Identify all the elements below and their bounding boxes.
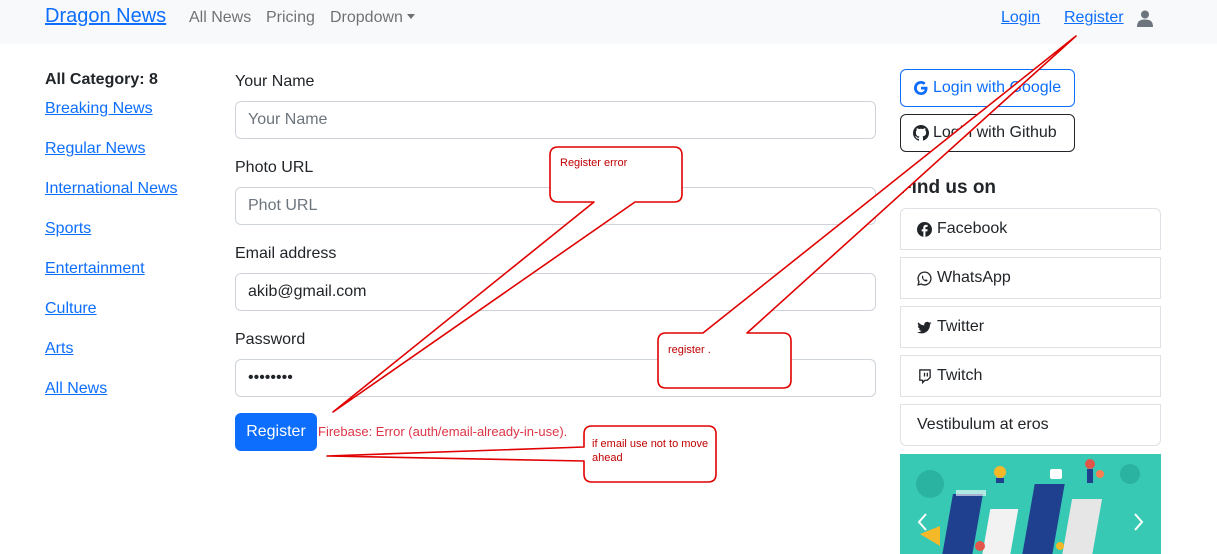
navbar: Dragon News All News Pricing Dropdown Lo… — [0, 0, 1217, 44]
social-twitter[interactable]: Twitter — [900, 306, 1161, 348]
register-button[interactable]: Register — [235, 413, 317, 451]
social-whatsapp[interactable]: WhatsApp — [900, 257, 1161, 299]
twitter-label: Twitter — [937, 318, 985, 335]
register-link[interactable]: Register — [1064, 9, 1124, 27]
login-github-button[interactable]: Login with Github — [900, 114, 1075, 152]
category-culture[interactable]: Culture — [45, 300, 97, 318]
category-sports[interactable]: Sports — [45, 220, 91, 238]
nav-dropdown[interactable]: Dropdown — [330, 9, 415, 27]
nav-pricing[interactable]: Pricing — [266, 9, 315, 27]
password-input[interactable] — [235, 359, 876, 397]
category-entertainment[interactable]: Entertainment — [45, 260, 145, 278]
github-icon — [913, 125, 929, 141]
user-icon[interactable] — [1137, 10, 1153, 27]
photo-label: Photo URL — [235, 159, 314, 176]
facebook-label: Facebook — [937, 220, 1008, 237]
caret-down-icon — [406, 14, 415, 19]
category-title: All Category: 8 — [45, 71, 158, 88]
annotation-email-note: if email use not to move ahead — [592, 438, 709, 464]
password-label: Password — [235, 331, 306, 348]
facebook-icon — [917, 221, 932, 237]
category-regular-news[interactable]: Regular News — [45, 140, 145, 158]
nav-all-news[interactable]: All News — [189, 9, 251, 27]
social-facebook[interactable]: Facebook — [900, 208, 1161, 250]
whatsapp-label: WhatsApp — [937, 269, 1011, 286]
google-button-label: Login with Google — [933, 79, 1062, 96]
name-input[interactable] — [235, 101, 876, 139]
vestibulum-label: Vestibulum at eros — [917, 416, 1049, 433]
twitch-label: Twitch — [937, 367, 983, 384]
category-arts[interactable]: Arts — [45, 340, 73, 358]
login-google-button[interactable]: Login with Google — [900, 69, 1075, 107]
brand-link[interactable]: Dragon News — [45, 5, 166, 28]
annotation-register-error: Register error — [560, 157, 628, 169]
brand-illustration — [900, 454, 1161, 554]
category-breaking-news[interactable]: Breaking News — [45, 100, 153, 118]
twitter-icon — [917, 321, 932, 333]
whatsapp-icon — [917, 270, 932, 286]
annotation-register: register . — [668, 344, 711, 356]
category-international-news[interactable]: International News — [45, 180, 178, 198]
find-us-title: Find us on — [900, 177, 997, 198]
twitch-icon — [919, 368, 931, 384]
social-vestibulum[interactable]: Vestibulum at eros — [900, 404, 1161, 446]
name-label: Your Name — [235, 73, 315, 90]
google-icon — [914, 81, 928, 95]
login-link[interactable]: Login — [1001, 9, 1040, 27]
category-all-news[interactable]: All News — [45, 380, 107, 398]
promo-image — [900, 454, 1161, 554]
photo-url-input[interactable] — [235, 187, 876, 225]
error-message: Firebase: Error (auth/email-already-in-u… — [318, 424, 568, 439]
email-input[interactable] — [235, 273, 876, 311]
email-label: Email address — [235, 245, 337, 262]
nav-dropdown-label: Dropdown — [330, 9, 403, 26]
github-button-label: Login with Github — [933, 124, 1057, 141]
social-twitch[interactable]: Twitch — [900, 355, 1161, 397]
